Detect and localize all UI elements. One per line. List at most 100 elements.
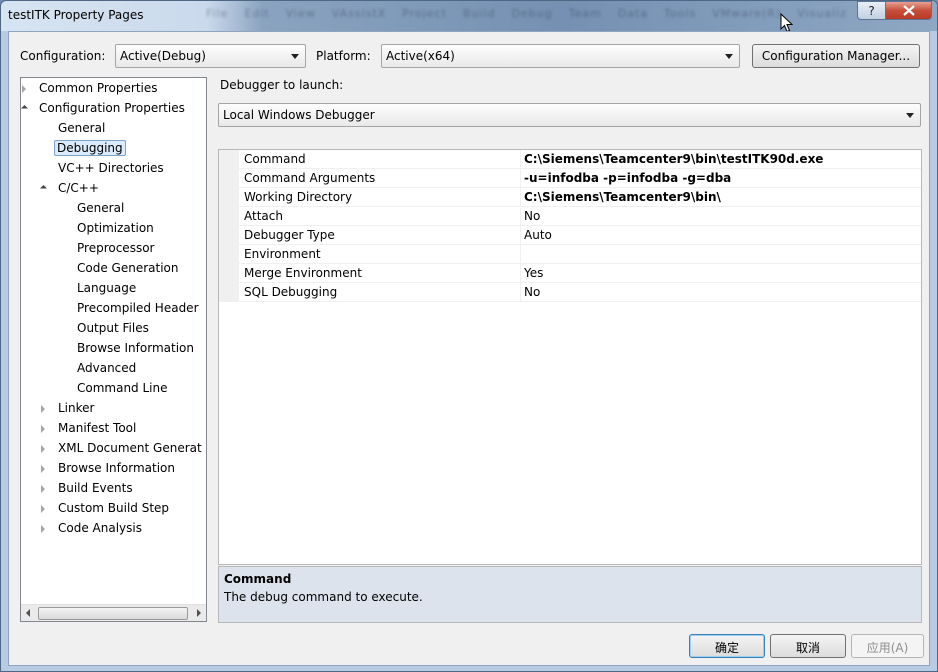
- debugger-select[interactable]: Local Windows Debugger: [218, 103, 921, 127]
- tree-item[interactable]: Linker: [41, 399, 98, 419]
- apply-button[interactable]: 应用(A): [851, 634, 924, 658]
- title-bar[interactable]: testITK Property Pages File Edit View VAssi…: [1, 1, 937, 31]
- tree-item-label: Custom Build Step: [58, 501, 170, 515]
- tree-item[interactable]: Advanced: [73, 359, 140, 379]
- tree-item[interactable]: General: [73, 199, 128, 219]
- collapsed-arrow-icon[interactable]: [41, 425, 45, 433]
- configuration-label: Configuration:: [20, 49, 106, 63]
- property-value[interactable]: -u=infodba -p=infodba -g=dba: [524, 171, 731, 185]
- help-button[interactable]: ?: [857, 1, 886, 20]
- tree-item[interactable]: XML Document Generat: [41, 439, 206, 459]
- collapsed-arrow-icon[interactable]: [22, 85, 26, 93]
- tree-item[interactable]: Build Events: [41, 479, 137, 499]
- collapsed-arrow-icon[interactable]: [41, 405, 45, 413]
- column-separator: [520, 264, 521, 283]
- column-separator: [520, 169, 521, 188]
- background-menu-item: Project: [402, 7, 447, 20]
- tree-item[interactable]: Preprocessor: [73, 239, 158, 259]
- tree-item[interactable]: Command Line: [73, 379, 172, 399]
- tree-item[interactable]: Configuration Properties: [21, 99, 189, 119]
- property-pages-window: testITK Property Pages File Edit View VAssi…: [0, 0, 938, 672]
- collapsed-arrow-icon[interactable]: [41, 485, 45, 493]
- tree-item-label: XML Document Generat: [58, 441, 202, 455]
- column-separator: [520, 188, 521, 207]
- tree-item[interactable]: Output Files: [73, 319, 153, 339]
- tree-item-label: Command Line: [77, 381, 168, 395]
- tree-item-label: Output Files: [77, 321, 149, 335]
- tree-horizontal-scrollbar[interactable]: [21, 604, 206, 621]
- property-row[interactable]: Working Directory C:\Siemens\Teamcenter9\…: [219, 188, 921, 207]
- tree-item-label: Precompiled Header: [77, 301, 199, 315]
- background-menu-item: Visualizer: [797, 7, 846, 20]
- tree-item[interactable]: Manifest Tool: [41, 419, 140, 439]
- tree-item-label: Debugging: [54, 140, 126, 156]
- row-gutter: [219, 207, 239, 225]
- background-menu-item: Tools: [664, 7, 697, 20]
- debugger-launch-label: Debugger to launch:: [220, 78, 344, 92]
- tree-item[interactable]: Code Generation: [73, 259, 182, 279]
- property-row[interactable]: Environment: [219, 245, 921, 264]
- collapsed-arrow-icon[interactable]: [41, 505, 45, 513]
- configuration-manager-button[interactable]: Configuration Manager...: [752, 44, 920, 68]
- tree-item[interactable]: Language: [73, 279, 140, 299]
- tree-item[interactable]: Debugging: [54, 139, 126, 159]
- tree-item-label: General: [77, 201, 125, 215]
- tree-item[interactable]: Browse Information: [73, 339, 198, 359]
- background-menu-item: Edit: [244, 7, 270, 20]
- ok-button[interactable]: 确定: [689, 634, 765, 658]
- background-menu-item: Debug: [511, 7, 553, 20]
- tree-item[interactable]: C/C++: [39, 179, 103, 199]
- property-value[interactable]: No: [524, 209, 540, 223]
- property-row[interactable]: Merge Environment Yes: [219, 264, 921, 283]
- property-tree[interactable]: Common Properties Configuration Propertie…: [20, 77, 207, 622]
- property-value[interactable]: Auto: [524, 228, 552, 242]
- tree-item[interactable]: Browse Information: [41, 459, 179, 479]
- scroll-right-icon[interactable]: [197, 609, 201, 617]
- background-menu-item: VAssistX: [331, 7, 387, 20]
- scroll-left-icon[interactable]: [26, 609, 30, 617]
- property-name: SQL Debugging: [244, 285, 338, 299]
- property-value[interactable]: C:\Siemens\Teamcenter9\bin\testITK90d.ex…: [524, 152, 823, 166]
- description-title: Command: [224, 572, 292, 586]
- tree-item[interactable]: Precompiled Header: [73, 299, 203, 319]
- close-button[interactable]: [885, 1, 932, 20]
- collapsed-arrow-icon[interactable]: [41, 445, 45, 453]
- configuration-select[interactable]: Active(Debug): [115, 44, 306, 68]
- property-name: Attach: [244, 209, 283, 223]
- property-row[interactable]: Command Arguments -u=infodba -p=infodba -…: [219, 169, 921, 188]
- tree-item[interactable]: Custom Build Step: [41, 499, 173, 519]
- property-row[interactable]: Debugger Type Auto: [219, 226, 921, 245]
- platform-select[interactable]: Active(x64): [381, 44, 740, 68]
- property-name: Command: [244, 152, 306, 166]
- scroll-thumb[interactable]: [38, 607, 188, 620]
- chevron-down-icon: [291, 54, 299, 59]
- platform-value: Active(x64): [386, 49, 455, 63]
- property-grid: Command C:\Siemens\Teamcenter9\bin\testIT…: [218, 149, 922, 565]
- tree-item-label: Configuration Properties: [39, 101, 185, 115]
- dialog-client-area: Configuration: Active(Debug) Platform: A…: [8, 31, 930, 666]
- collapsed-arrow-icon[interactable]: [41, 465, 45, 473]
- property-row[interactable]: Attach No: [219, 207, 921, 226]
- property-value[interactable]: C:\Siemens\Teamcenter9\bin\: [524, 190, 721, 204]
- tree-item[interactable]: Code Analysis: [41, 519, 146, 539]
- property-value[interactable]: No: [524, 285, 540, 299]
- row-gutter: [219, 150, 239, 168]
- property-value[interactable]: Yes: [524, 266, 543, 280]
- collapsed-arrow-icon[interactable]: [41, 525, 45, 533]
- property-row[interactable]: SQL Debugging No: [219, 283, 921, 302]
- expanded-arrow-icon[interactable]: [39, 184, 48, 193]
- cancel-button[interactable]: 取消: [770, 634, 846, 658]
- tree-item[interactable]: General: [54, 119, 109, 139]
- property-row[interactable]: Command C:\Siemens\Teamcenter9\bin\testIT…: [219, 150, 921, 169]
- expanded-arrow-icon[interactable]: [21, 104, 29, 113]
- column-separator: [520, 283, 521, 302]
- tree-item[interactable]: Common Properties: [22, 79, 162, 99]
- tree-item-label: Manifest Tool: [58, 421, 137, 435]
- row-gutter: [219, 245, 239, 263]
- row-gutter: [219, 226, 239, 244]
- tree-item-label: VC++ Directories: [58, 161, 164, 175]
- background-menu-item: File: [206, 7, 229, 20]
- tree-item[interactable]: Optimization: [73, 219, 158, 239]
- tree-item[interactable]: VC++ Directories: [54, 159, 168, 179]
- background-menu-bar: File Edit View VAssistX Project Build Debug Tea…: [206, 7, 846, 25]
